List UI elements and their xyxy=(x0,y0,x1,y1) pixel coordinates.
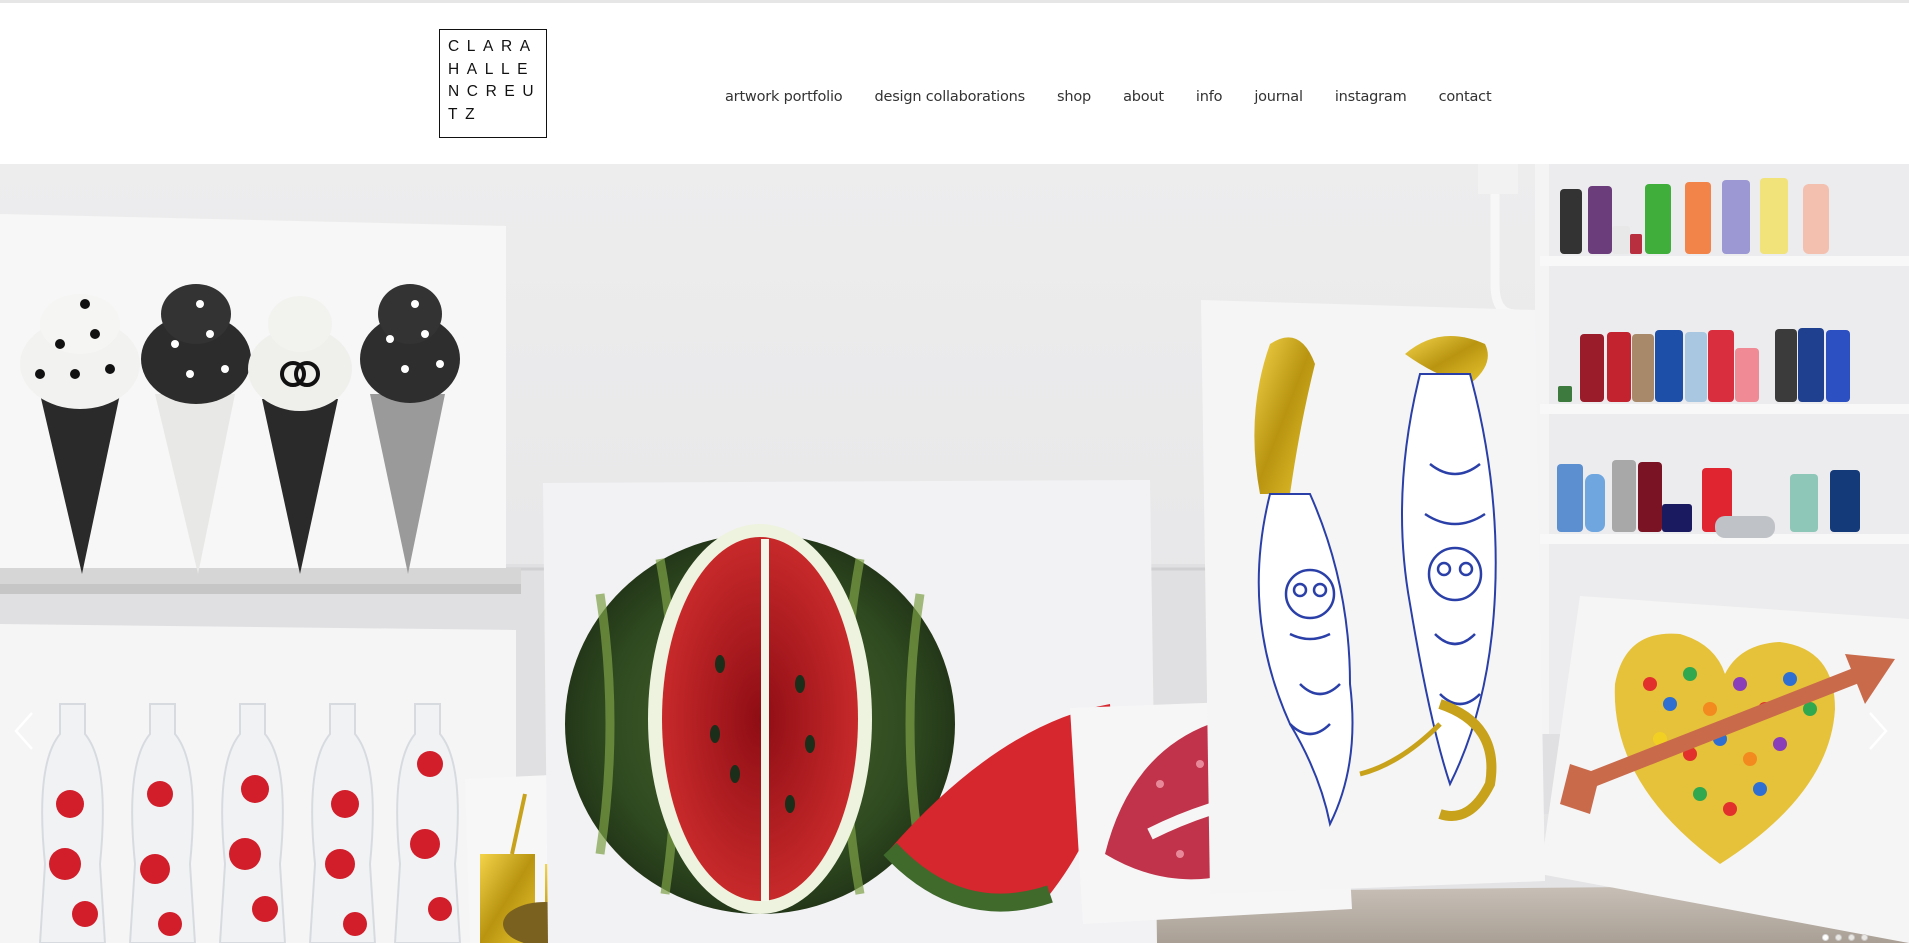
slider-prev-button[interactable] xyxy=(10,709,40,753)
slider-next-button[interactable] xyxy=(1862,709,1892,753)
logo-line-2: HALLE xyxy=(448,60,536,78)
logo-line-3: NCREU xyxy=(448,83,542,100)
nav-item-shop[interactable]: shop xyxy=(1057,89,1091,113)
chevron-right-icon xyxy=(1869,712,1888,750)
slider-dots xyxy=(1822,934,1868,941)
logo-line-4: TZ xyxy=(448,105,483,123)
nav-item-contact[interactable]: contact xyxy=(1439,89,1492,113)
slider-dot[interactable] xyxy=(1848,934,1855,941)
nav-item-info[interactable]: info xyxy=(1196,89,1223,113)
site-header: CLARA HALLE NCREU TZ artwork portfolio d… xyxy=(0,3,1909,164)
hero-slide-image xyxy=(0,164,1909,943)
main-nav: artwork portfolio design collaborations … xyxy=(725,89,1523,113)
hero-slider[interactable] xyxy=(0,164,1909,943)
chevron-left-icon xyxy=(14,712,33,750)
nav-item-artwork-portfolio[interactable]: artwork portfolio xyxy=(725,89,843,113)
site-logo[interactable]: CLARA HALLE NCREU TZ xyxy=(439,29,547,138)
nav-item-journal[interactable]: journal xyxy=(1254,89,1303,113)
slider-dot[interactable] xyxy=(1822,934,1829,941)
nav-item-design-collaborations[interactable]: design collaborations xyxy=(874,89,1025,113)
nav-item-instagram[interactable]: instagram xyxy=(1335,89,1407,113)
slider-dot[interactable] xyxy=(1861,934,1868,941)
logo-line-1: CLARA xyxy=(448,38,538,55)
nav-item-about[interactable]: about xyxy=(1123,89,1164,113)
slider-dot[interactable] xyxy=(1835,934,1842,941)
